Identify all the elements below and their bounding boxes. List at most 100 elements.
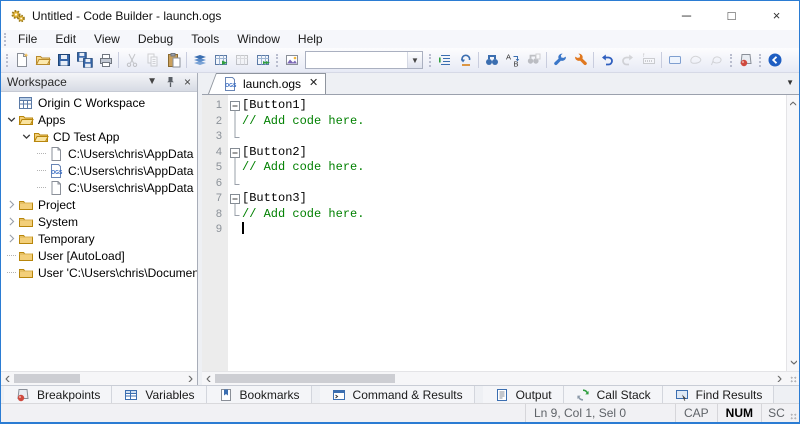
rect-select-button[interactable] (664, 49, 685, 71)
svg-text:A: A (506, 53, 511, 62)
preferences-button[interactable] (549, 49, 570, 71)
menu-window[interactable]: Window (228, 30, 289, 48)
tab-close-icon[interactable]: ✕ (309, 78, 318, 89)
menu-tools[interactable]: Tools (182, 30, 228, 48)
breakpoint-button[interactable] (735, 49, 756, 71)
scroll-down-icon[interactable]: ‹ (787, 356, 800, 369)
fold-collapse-icon[interactable] (228, 191, 242, 207)
menu-edit[interactable]: Edit (46, 30, 85, 48)
editor-hscroll-thumb[interactable] (215, 374, 395, 383)
debug-preferences-button[interactable] (570, 49, 591, 71)
scroll-left-icon[interactable]: ‹ (202, 372, 215, 385)
tree-item-apps[interactable]: Apps (1, 111, 197, 128)
scroll-right-icon[interactable]: › (184, 372, 197, 385)
panel-tab-label: Find Results (696, 388, 763, 402)
code-comment-text: // Add code here. (242, 114, 364, 130)
tree-item-c-users-chris-appdata-2[interactable]: C:\Users\chris\AppData (1, 179, 197, 196)
panel-tab-label: Variables (145, 388, 194, 402)
panel-tab-breakpoints[interactable]: Breakpoints (4, 386, 112, 403)
panel-tab-command-results[interactable]: Command & Results (320, 386, 475, 403)
open-file-button[interactable] (32, 49, 53, 71)
replace-button[interactable]: AB (502, 49, 523, 71)
tree-item-user-autoload[interactable]: User [AutoLoad] (1, 247, 197, 264)
redo-button[interactable] (617, 49, 638, 71)
tree-item-c-users-chris-appdata[interactable]: C:\Users\chris\AppData (1, 145, 197, 162)
save-all-button[interactable] (74, 49, 95, 71)
panel-tab-variables[interactable]: Variables (112, 386, 206, 403)
expand-chevron-icon[interactable] (5, 215, 18, 228)
cut-button[interactable] (121, 49, 142, 71)
panel-tab-call-stack[interactable]: Call Stack (564, 386, 663, 403)
line-number: 9 (202, 222, 228, 238)
paste-button[interactable] (163, 49, 184, 71)
point-select-button[interactable] (706, 49, 727, 71)
tree-item-c-users-chris-appdata-1[interactable]: OGSC:\Users\chris\AppData (1, 162, 197, 179)
undo-icon (599, 52, 615, 68)
minimize-button[interactable]: ─ (664, 1, 709, 30)
scroll-up-icon[interactable]: ‹ (787, 97, 800, 110)
menu-debug[interactable]: Debug (129, 30, 182, 48)
tab-launch-ogs[interactable]: OGS launch.ogs ✕ (208, 73, 326, 94)
tree-item-system[interactable]: System (1, 213, 197, 230)
menu-file[interactable]: File (9, 30, 46, 48)
save-button[interactable] (53, 49, 74, 71)
compile-all-button[interactable] (231, 49, 252, 71)
undo-button[interactable] (596, 49, 617, 71)
pin-icon[interactable] (165, 76, 176, 88)
panel-tab-output[interactable]: Output (483, 386, 564, 403)
goto-line-button[interactable] (434, 49, 455, 71)
tree-item-origin-c-workspace[interactable]: Origin C Workspace (1, 94, 197, 111)
script-window-button[interactable] (281, 49, 302, 71)
menu-view[interactable]: View (85, 30, 129, 48)
panel-tab-find-results[interactable]: Find Results (663, 386, 775, 403)
tab-list-chevron-icon[interactable]: ▼ (786, 78, 794, 87)
panel-close-icon[interactable]: × (184, 76, 191, 88)
scroll-right-icon[interactable]: › (773, 372, 786, 385)
find-in-files-button[interactable] (523, 49, 544, 71)
fold-margin (228, 207, 242, 223)
build-button[interactable] (210, 49, 231, 71)
scroll-left-icon[interactable]: ‹ (1, 372, 14, 385)
tree-item-label: System (38, 215, 78, 229)
menu-help[interactable]: Help (289, 30, 332, 48)
panel-tab-bookmarks[interactable]: Bookmarks (207, 386, 312, 403)
rebuild-all-button[interactable] (252, 49, 273, 71)
workspace-tree[interactable]: Origin C WorkspaceAppsCD Test AppC:\User… (1, 92, 197, 371)
bottom-panel-tabs: Breakpoints Variables Bookmarks Command & R… (1, 385, 799, 403)
compile-button[interactable] (189, 49, 210, 71)
breakpoints-icon (15, 387, 31, 403)
insert-name-button[interactable]: f (638, 49, 659, 71)
toolbar-grip (429, 54, 431, 67)
rebuild-all-icon (255, 52, 271, 68)
tree-item-user-c-users-chris-document[interactable]: User 'C:\Users\chris\Document (1, 264, 197, 281)
workspace-hscroll-thumb[interactable] (14, 374, 80, 383)
print-button[interactable] (95, 49, 116, 71)
workspace-hscrollbar[interactable]: ‹ › (1, 371, 197, 385)
combobox-chevron-icon[interactable]: ▼ (407, 52, 422, 68)
fold-collapse-icon[interactable] (228, 98, 242, 114)
tree-item-cd-test-app[interactable]: CD Test App (1, 128, 197, 145)
last-position-button[interactable] (455, 49, 476, 71)
lasso-select-button[interactable] (685, 49, 706, 71)
close-button[interactable]: × (754, 1, 799, 30)
code-editor[interactable]: 1[Button1]2// Add code here.34[Button2]5… (202, 95, 786, 371)
editor-vscrollbar[interactable]: ‹ ‹ (786, 95, 799, 371)
panel-menu-chevron-icon[interactable]: ▼ (147, 77, 157, 87)
collapse-chevron-icon[interactable] (5, 113, 18, 126)
tree-item-project[interactable]: Project (1, 196, 197, 213)
editor-hscrollbar[interactable]: ‹ › (202, 371, 799, 385)
copy-button[interactable] (142, 49, 163, 71)
find-button[interactable] (481, 49, 502, 71)
workspace-panel-header: Workspace ▼ × (1, 73, 197, 92)
expand-chevron-icon[interactable] (5, 198, 18, 211)
expand-chevron-icon[interactable] (5, 232, 18, 245)
window-resize-grip[interactable] (785, 404, 799, 422)
navigate-back-button[interactable] (764, 49, 785, 71)
fold-collapse-icon[interactable] (228, 145, 242, 161)
code-line-4: 4[Button2] (202, 145, 786, 161)
toolbar-combobox[interactable]: ▼ (305, 51, 423, 69)
maximize-button[interactable]: □ (709, 1, 754, 30)
collapse-chevron-icon[interactable] (20, 130, 33, 143)
tree-item-temporary[interactable]: Temporary (1, 230, 197, 247)
new-file-button[interactable] (11, 49, 32, 71)
